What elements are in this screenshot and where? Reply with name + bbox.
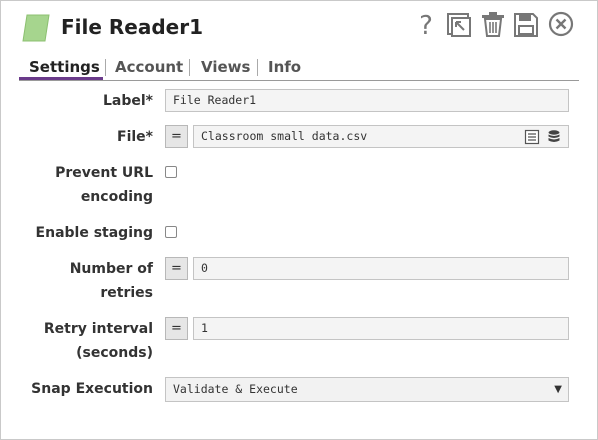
label-field-label: Label*: [102, 93, 153, 109]
retry-interval-label-line1: Retry interval: [43, 321, 153, 337]
prevent-url-label-line1: Prevent URL: [55, 165, 153, 181]
tab-settings[interactable]: Settings: [29, 58, 100, 76]
retries-label-line2: retries: [100, 285, 153, 301]
tab-info[interactable]: Info: [268, 58, 301, 76]
retries-input[interactable]: 0: [193, 257, 569, 280]
retry-interval-expression-toggle[interactable]: =: [165, 317, 188, 340]
export-icon[interactable]: [446, 10, 472, 38]
enable-staging-label: Enable staging: [35, 225, 153, 241]
file-expression-toggle[interactable]: =: [165, 125, 188, 148]
svg-text:?: ?: [419, 11, 433, 38]
database-icon[interactable]: [546, 129, 562, 145]
tab-separator: [189, 59, 190, 76]
tab-account[interactable]: Account: [115, 58, 183, 76]
dropdown-arrow-icon: ▼: [554, 384, 562, 395]
tab-views[interactable]: Views: [201, 58, 250, 76]
tab-separator: [105, 59, 106, 76]
snap-settings-dialog: File Reader1 ? Settings Account Views In…: [0, 0, 598, 440]
snap-execution-label: Snap Execution: [31, 381, 153, 397]
retry-interval-label-line2: (seconds): [76, 345, 153, 361]
label-input[interactable]: File Reader1: [165, 89, 569, 112]
retries-label-line1: Number of: [69, 261, 153, 277]
active-tab-indicator: [19, 77, 103, 80]
retry-interval-input[interactable]: 1: [193, 317, 569, 340]
retries-expression-toggle[interactable]: =: [165, 257, 188, 280]
snap-type-icon: [21, 13, 51, 43]
browse-file-icon[interactable]: [524, 129, 540, 145]
dialog-title: File Reader1: [61, 15, 204, 39]
dialog-header: File Reader1 ?: [1, 1, 597, 57]
snap-execution-select[interactable]: Validate & Execute ▼: [165, 377, 569, 402]
tab-separator: [257, 59, 258, 76]
close-icon[interactable]: [548, 10, 574, 38]
help-icon[interactable]: ?: [413, 10, 439, 38]
snap-execution-value: Validate & Execute: [173, 382, 298, 396]
save-icon[interactable]: [513, 10, 539, 38]
file-field-label: File*: [117, 129, 153, 145]
file-input-value: Classroom small data.csv: [201, 129, 368, 143]
tab-bar: Settings Account Views Info: [19, 55, 579, 81]
prevent-url-label-line2: encoding: [80, 189, 153, 205]
enable-staging-checkbox[interactable]: [165, 226, 177, 238]
prevent-url-encoding-checkbox[interactable]: [165, 166, 177, 178]
trash-icon[interactable]: [480, 10, 506, 38]
file-input[interactable]: Classroom small data.csv: [193, 125, 569, 148]
